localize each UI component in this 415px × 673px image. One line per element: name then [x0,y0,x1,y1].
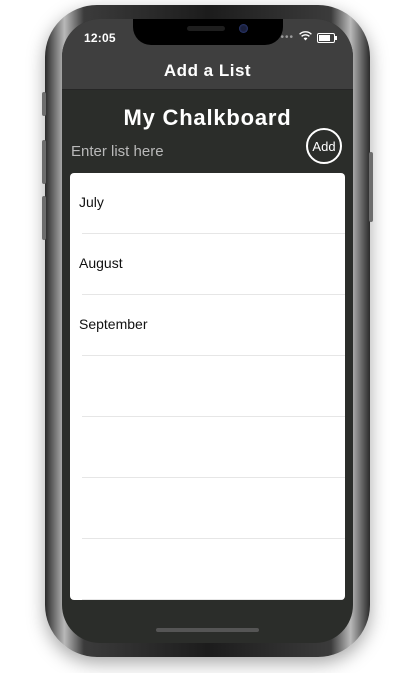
volume-up-button [42,140,46,184]
list-item[interactable] [70,417,345,478]
battery-icon [317,32,337,43]
list-item-label: August [79,255,123,271]
lists-table: July August September [70,173,345,600]
notch [133,19,283,45]
battery-level [319,34,331,41]
list-item[interactable] [70,356,345,417]
speaker-grille [187,26,225,31]
list-item-label: July [79,194,104,210]
list-item[interactable] [70,539,345,600]
power-button [369,152,373,222]
list-input[interactable] [71,139,291,163]
home-indicator[interactable] [156,628,259,632]
front-camera [239,24,248,33]
wifi-icon [299,31,312,44]
list-item[interactable]: August [70,234,345,295]
nav-title: Add a List [163,61,252,80]
list-item[interactable]: July [70,173,345,234]
screen: 12:05 •••• Add a List My Chalkboard Add … [62,19,353,643]
list-item[interactable] [70,478,345,539]
status-time: 12:05 [84,31,116,45]
list-item-label: September [79,316,148,332]
status-icons: •••• [276,31,337,44]
list-item[interactable]: September [70,295,345,356]
add-button[interactable]: Add [306,128,342,164]
volume-down-button [42,196,46,240]
navigation-bar: Add a List [62,55,353,90]
mute-switch [42,92,46,116]
board-title: My Chalkboard [123,105,292,130]
